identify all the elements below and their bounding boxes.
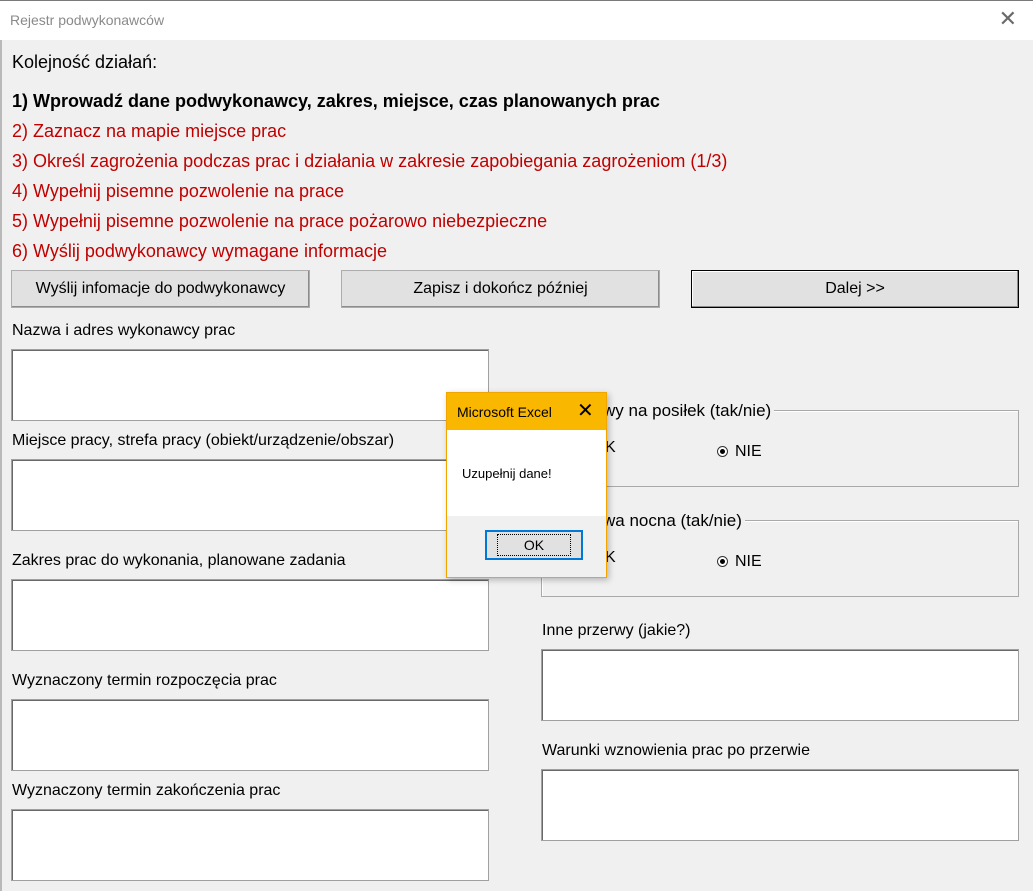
dialog-title-bar: Microsoft Excel ✕ xyxy=(447,393,606,430)
meal-break-no-label[interactable]: NIE xyxy=(735,443,762,461)
dialog-ok-button[interactable]: OK xyxy=(485,530,583,560)
step-4: 4) Wypełnij pisemne pozwolenie na prace xyxy=(12,181,345,201)
step-6: 6) Wyślij podwykonawcy wymagane informac… xyxy=(12,241,387,261)
resume-conditions-field[interactable] xyxy=(541,769,1019,841)
night-break-no-radio[interactable] xyxy=(717,556,728,567)
step-1-current: 1) Wprowadź dane podwykonawcy, zakres, m… xyxy=(12,91,660,111)
dialog-close-icon[interactable]: ✕ xyxy=(577,399,594,423)
night-break-no-label[interactable]: NIE xyxy=(735,553,762,571)
night-break-caption: wa nocna (tak/nie) xyxy=(600,511,745,531)
step-3: 3) Określ zagrożenia podczas prac i dzia… xyxy=(12,151,728,171)
scope-field[interactable] xyxy=(11,579,489,651)
dialog-message: Uzupełnij dane! xyxy=(462,466,552,481)
contractor-field[interactable] xyxy=(11,349,489,421)
start-date-label: Wyznaczony termin rozpoczęcia prac xyxy=(12,672,277,689)
dialog-ok-label: OK xyxy=(496,534,572,556)
location-label: Miejsce pracy, strefa pracy (obiekt/urzą… xyxy=(12,432,395,449)
other-breaks-label: Inne przerwy (jakie?) xyxy=(542,622,691,639)
save-finish-later-button[interactable]: Zapisz i dokończ później xyxy=(341,270,660,308)
scope-label: Zakres prac do wykonania, planowane zada… xyxy=(12,552,346,569)
step-2: 2) Zaznacz na mapie miejsce prac xyxy=(12,121,287,141)
location-field[interactable] xyxy=(11,459,489,531)
end-date-label: Wyznaczony termin zakończenia prac xyxy=(12,782,281,799)
other-breaks-field[interactable] xyxy=(541,649,1019,721)
dialog-footer: OK xyxy=(447,516,606,577)
window-left-edge xyxy=(0,40,2,891)
meal-break-caption: wy na posiłek (tak/nie) xyxy=(600,401,775,421)
sequence-label: Kolejność działań: xyxy=(12,52,158,72)
contractor-label: Nazwa i adres wykonawcy prac xyxy=(12,322,236,339)
step-5: 5) Wypełnij pisemne pozwolenie na prace … xyxy=(12,211,548,231)
radio-selected-dot xyxy=(720,559,725,564)
end-date-field[interactable] xyxy=(11,809,489,881)
meal-break-no-radio[interactable] xyxy=(717,446,728,457)
send-info-button[interactable]: Wyślij infomacje do podwykonawcy xyxy=(11,270,310,308)
close-icon[interactable]: ✕ xyxy=(999,6,1017,32)
dialog-title: Microsoft Excel xyxy=(457,404,552,420)
next-button[interactable]: Dalej >> xyxy=(691,270,1019,308)
resume-conditions-label: Warunki wznowienia prac po przerwie xyxy=(542,742,810,759)
radio-selected-dot xyxy=(720,449,725,454)
window-title: Rejestr podwykonawców xyxy=(10,12,165,28)
message-dialog: Microsoft Excel ✕ Uzupełnij dane! OK xyxy=(446,392,607,578)
window-title-bar: Rejestr podwykonawców ✕ xyxy=(0,0,1033,40)
start-date-field[interactable] xyxy=(11,699,489,771)
